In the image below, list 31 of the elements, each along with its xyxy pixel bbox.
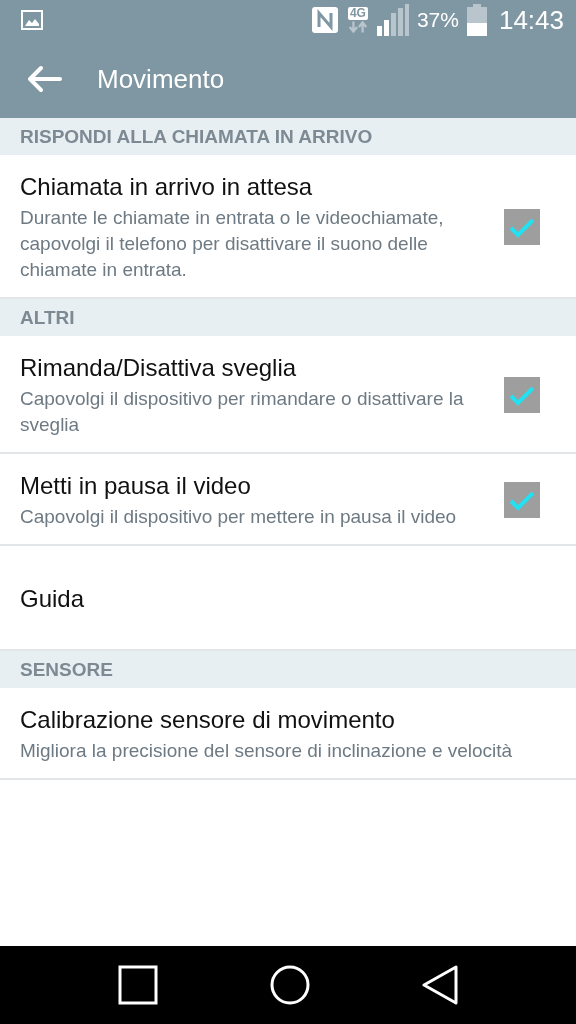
item-title: Chiamata in arrivo in attesa [20, 172, 314, 202]
back-icon[interactable] [422, 965, 458, 1005]
item-summary: Durante le chiamate in entrata o le videochiamate, capovolgi il telefono per disattivare il suono delle chiamate in entrata. [20, 206, 445, 282]
signal-icon [376, 4, 409, 36]
section-header: RISPONDI ALLA CHIAMATA IN ARRIVO [0, 118, 576, 155]
gallery-icon [20, 8, 44, 32]
battery-icon [466, 4, 487, 36]
data-arrows-icon [346, 21, 369, 33]
checkbox[interactable] [504, 377, 540, 413]
settings-item[interactable]: Calibrazione sensore di movimento Migliora la precisione del sensore di inclinazione e velocità [0, 688, 576, 780]
nfc-icon [310, 6, 339, 34]
section-header: SENSORE [0, 651, 576, 688]
section-header: ALTRI [0, 299, 576, 336]
item-summary: Capovolgi il dispositivo per rimandare o disattivare la sveglia [20, 387, 465, 437]
back-arrow-icon [26, 65, 62, 93]
recents-icon[interactable] [118, 965, 158, 1005]
item-title: Calibrazione sensore di movimento [20, 705, 396, 735]
item-title: Guida [20, 583, 86, 614]
checkbox[interactable] [504, 209, 540, 245]
item-summary: Capovolgi il dispositivo per mettere in pausa il video [20, 505, 458, 529]
settings-item[interactable]: Metti in pausa il video Capovolgi il dispositivo per mettere in pausa il video [0, 454, 576, 546]
settings-item[interactable]: Rimanda/Disattiva sveglia Capovolgi il dispositivo per rimandare o disattivare la sveglia [0, 336, 576, 454]
item-summary: Migliora la precisione del sensore di inclinazione e velocità [20, 739, 514, 763]
checkbox[interactable] [504, 482, 540, 518]
battery-percentage: 37% [416, 8, 459, 32]
item-title: Rimanda/Disattiva sveglia [20, 353, 298, 383]
item-title: Metti in pausa il video [20, 471, 252, 501]
clock: 14:43 [498, 4, 564, 36]
network-type: 4G [347, 7, 368, 20]
home-icon[interactable] [270, 965, 310, 1005]
screen-title: Movimento [97, 63, 225, 95]
